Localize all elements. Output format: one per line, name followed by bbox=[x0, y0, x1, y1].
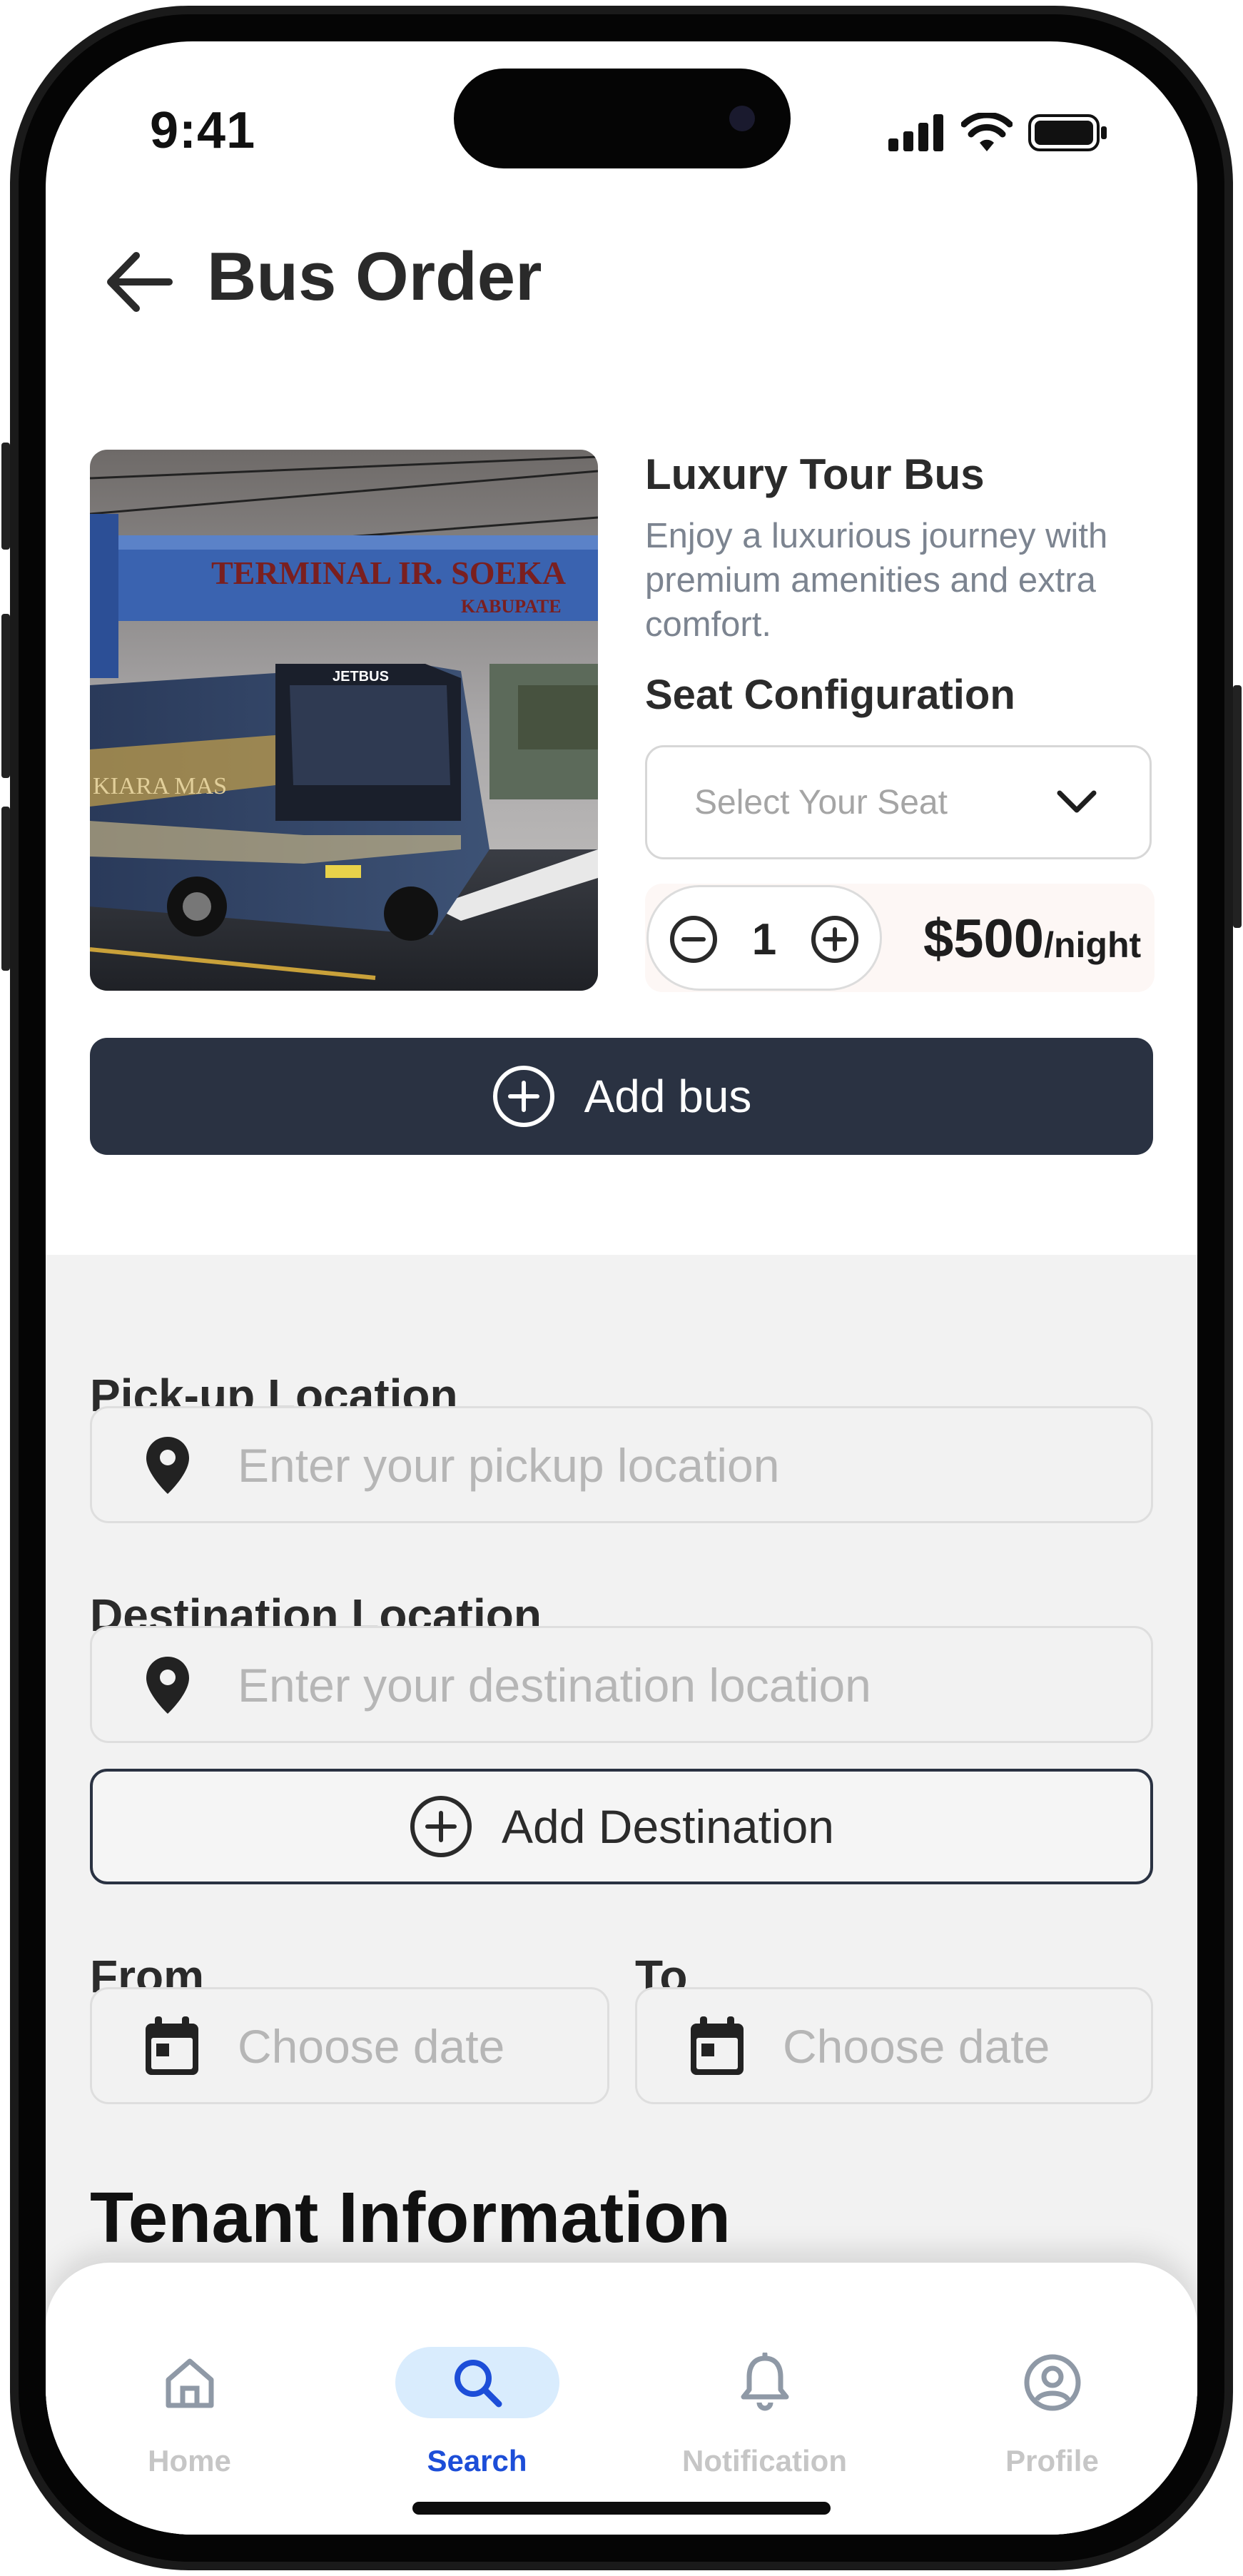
nav-label-search: Search bbox=[427, 2444, 527, 2477]
nav-label-home: Home bbox=[148, 2444, 231, 2477]
home-indicator[interactable] bbox=[412, 2502, 831, 2515]
side-button bbox=[1, 443, 10, 550]
from-date-placeholder: Choose date bbox=[238, 2020, 505, 2073]
seat-select[interactable]: Select Your Seat bbox=[645, 745, 1152, 859]
price: $500/night bbox=[923, 908, 1141, 970]
page-title: Bus Order bbox=[207, 238, 542, 315]
product-description: Enjoy a luxurious journey with premium a… bbox=[645, 517, 1108, 644]
side-button bbox=[1, 807, 10, 971]
phone-frame: 9:41 Bus Order TERMINAL IR. SOEKA KABUPA… bbox=[0, 0, 1243, 2576]
signal-icon bbox=[888, 114, 943, 151]
bus-livery-text: KIARA MAS bbox=[93, 773, 227, 799]
seat-select-placeholder: Select Your Seat bbox=[694, 784, 948, 822]
calendar-icon bbox=[146, 2016, 198, 2075]
section-title: Tenant Information bbox=[90, 2178, 731, 2258]
status-icons bbox=[888, 113, 1108, 151]
plus-circle-icon bbox=[492, 1066, 554, 1127]
home-icon bbox=[166, 2358, 213, 2408]
camera-icon bbox=[729, 106, 755, 131]
calendar-icon bbox=[691, 2016, 744, 2075]
wifi-icon bbox=[961, 113, 1013, 151]
nav-label-notification: Notification bbox=[682, 2444, 847, 2477]
battery-icon bbox=[1028, 114, 1107, 151]
nav-item-search[interactable]: Search bbox=[333, 2263, 621, 2477]
status-time: 9:41 bbox=[150, 102, 256, 159]
price-amount: $500 bbox=[923, 909, 1045, 969]
side-button bbox=[1233, 685, 1242, 928]
nav-icon-wrap bbox=[683, 2347, 847, 2418]
add-destination-label: Add Destination bbox=[502, 1800, 834, 1853]
location-pin-icon bbox=[146, 1437, 189, 1494]
screen: 9:41 Bus Order TERMINAL IR. SOEKA KABUPA… bbox=[46, 41, 1197, 2535]
price-unit: /night bbox=[1044, 925, 1142, 965]
add-destination-button[interactable]: Add Destination bbox=[90, 1769, 1153, 1884]
arrow-left-icon bbox=[107, 252, 173, 312]
plus-circle-icon[interactable] bbox=[810, 914, 860, 964]
nav-label-profile: Profile bbox=[1005, 2444, 1099, 2477]
chevron-down-icon bbox=[1057, 790, 1097, 813]
nav-icon-wrap bbox=[108, 2347, 272, 2418]
nav-item-notification[interactable]: Notification bbox=[621, 2263, 908, 2477]
pickup-placeholder: Enter your pickup location bbox=[238, 1439, 780, 1492]
nav-item-profile[interactable]: Profile bbox=[908, 2263, 1196, 2477]
nav-icon-wrap bbox=[395, 2347, 559, 2418]
add-bus-button[interactable]: Add bus bbox=[90, 1038, 1153, 1155]
add-bus-label: Add bus bbox=[584, 1071, 752, 1122]
to-date-input[interactable]: Choose date bbox=[635, 1987, 1153, 2104]
location-pin-icon bbox=[146, 1657, 189, 1714]
dynamic-island bbox=[454, 69, 791, 168]
nav-icon-wrap bbox=[970, 2347, 1135, 2418]
bell-icon bbox=[741, 2353, 788, 2411]
pickup-input[interactable]: Enter your pickup location bbox=[90, 1406, 1153, 1523]
search-icon bbox=[454, 2360, 502, 2408]
nav-item-home[interactable]: Home bbox=[46, 2263, 333, 2477]
seat-config-label: Seat Configuration bbox=[645, 672, 1015, 718]
user-icon bbox=[1024, 2354, 1080, 2411]
plus-circle-icon bbox=[410, 1796, 472, 1857]
bus-photo: TERMINAL IR. SOEKA KABUPATE JETBUS KIARA… bbox=[90, 450, 598, 991]
from-date-input[interactable]: Choose date bbox=[90, 1987, 609, 2104]
back-button[interactable] bbox=[100, 243, 178, 321]
terminal-sign-text: TERMINAL IR. SOEKA bbox=[211, 555, 566, 591]
destination-input[interactable]: Enter your destination location bbox=[90, 1626, 1153, 1743]
to-date-placeholder: Choose date bbox=[783, 2020, 1050, 2073]
product-name: Luxury Tour Bus bbox=[645, 450, 985, 498]
quantity-price-row: 1 $500/night bbox=[645, 884, 1155, 992]
district-sign-text: KABUPATE bbox=[461, 596, 562, 617]
bottom-nav: Home Search Notification Profile bbox=[46, 2263, 1197, 2535]
quantity-stepper: 1 bbox=[646, 885, 882, 991]
side-button bbox=[1, 614, 10, 778]
bus-brand-text: JETBUS bbox=[333, 669, 389, 685]
destination-placeholder: Enter your destination location bbox=[238, 1659, 871, 1712]
